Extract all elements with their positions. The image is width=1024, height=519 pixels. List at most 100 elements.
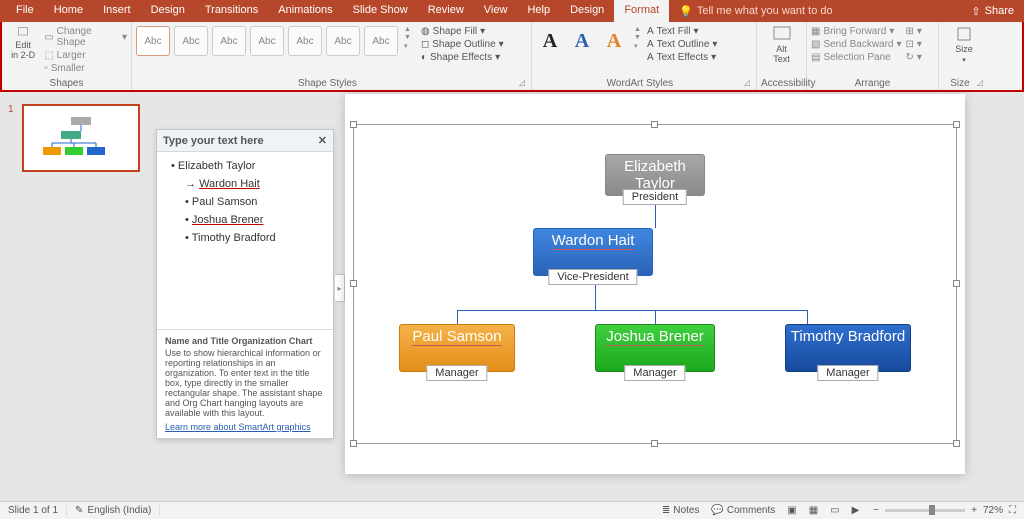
gallery-up-icon[interactable]: ▲ (634, 26, 641, 33)
shape-style-7[interactable]: Abc (364, 26, 398, 56)
send-backward-icon: ▧ (811, 39, 820, 50)
selection-pane-icon: ▤ (811, 52, 820, 63)
notes-button[interactable]: ≣Notes (656, 505, 706, 516)
shape-effects-button[interactable]: ◐Shape Effects ▾ (421, 52, 504, 63)
org-node-m1[interactable]: Paul Samson Manager (399, 324, 515, 372)
alt-text-button[interactable]: Alt Text (764, 26, 800, 64)
send-backward-button[interactable]: ▧Send Backward ▾ (811, 39, 902, 50)
gallery-more-icon[interactable]: ▾ (634, 42, 641, 50)
zoom-level[interactable]: 72% (983, 505, 1003, 516)
chevron-down-icon: ▾ (499, 39, 504, 50)
share-button[interactable]: ⇧ Share (961, 0, 1024, 22)
tab-insert[interactable]: Insert (93, 0, 141, 22)
zoom-slider[interactable] (885, 509, 965, 512)
tab-home[interactable]: Home (44, 0, 93, 22)
gallery-up-icon[interactable]: ▲ (404, 26, 411, 33)
text-pane-title: Type your text here (163, 135, 264, 147)
tab-animations[interactable]: Animations (268, 0, 342, 22)
zoom-out-button[interactable]: − (873, 505, 879, 516)
org-node-president[interactable]: Elizabeth Taylor President (605, 154, 705, 196)
group-button[interactable]: ⊡▾ (906, 39, 922, 50)
main-area: 1 Type your text here ✕ (0, 94, 1024, 501)
size-launcher[interactable]: ◿ (977, 78, 985, 90)
fit-to-window-button[interactable]: ⛶ (1009, 505, 1016, 516)
text-pane-item[interactable]: Joshua Brener (185, 214, 325, 226)
org-node-m2[interactable]: Joshua Brener Manager (595, 324, 715, 372)
shape-style-4[interactable]: Abc (250, 26, 284, 56)
text-pane-toggle[interactable]: ▸ (335, 274, 345, 302)
smaller-button[interactable]: ▫Smaller (44, 63, 127, 74)
learn-more-link[interactable]: Learn more about SmartArt graphics (165, 422, 325, 432)
gallery-more-icon[interactable]: ▾ (404, 42, 411, 50)
chevron-down-icon: ▾ (962, 56, 966, 64)
size-button[interactable]: Size ▾ (946, 26, 982, 64)
shape-style-3[interactable]: Abc (212, 26, 246, 56)
zoom-in-button[interactable]: + (971, 505, 977, 516)
status-slide-count[interactable]: Slide 1 of 1 (0, 505, 67, 516)
shape-fill-button[interactable]: ◍Shape Fill ▾ (421, 26, 504, 37)
text-outline-button[interactable]: AText Outline ▾ (647, 39, 718, 50)
larger-icon: ⬚ (44, 50, 53, 61)
tab-file[interactable]: File (6, 0, 44, 22)
view-slideshow-icon: ▶ (852, 505, 860, 516)
align-button[interactable]: ⊞▾ (906, 26, 922, 37)
larger-button[interactable]: ⬚Larger (44, 50, 127, 61)
group-icon: ⊡ (906, 39, 914, 50)
rotate-button[interactable]: ↻▾ (906, 52, 922, 63)
wordart-style-3[interactable]: A (600, 26, 628, 56)
shape-outline-button[interactable]: ◻Shape Outline ▾ (421, 39, 504, 50)
bring-forward-button[interactable]: ▦Bring Forward ▾ (811, 26, 902, 37)
wordart-style-1[interactable]: A (536, 26, 564, 56)
edit-2d-button[interactable]: Edit in 2-D (6, 26, 40, 60)
comments-button[interactable]: 💬Comments (705, 505, 781, 516)
org-node-m3[interactable]: Timothy Bradford Manager (785, 324, 911, 372)
selection-pane-button[interactable]: ▤Selection Pane (811, 52, 902, 63)
close-icon[interactable]: ✕ (318, 134, 327, 147)
status-language[interactable]: ✎ English (India) (67, 505, 160, 516)
shape-style-6[interactable]: Abc (326, 26, 360, 56)
tab-transitions[interactable]: Transitions (195, 0, 268, 22)
text-pane-item[interactable]: Wardon Hait (185, 178, 325, 190)
group-label-shapes: Shapes (6, 78, 127, 90)
shape-style-2[interactable]: Abc (174, 26, 208, 56)
wordart-launcher[interactable]: ◿ (744, 78, 752, 90)
gallery-down-icon[interactable]: ▼ (404, 34, 411, 41)
text-pane-item[interactable]: Paul Samson (185, 196, 325, 208)
change-shape-button[interactable]: ▭Change Shape ▾ (44, 26, 127, 48)
view-reading-button[interactable]: ▭ (824, 505, 845, 516)
shape-style-5[interactable]: Abc (288, 26, 322, 56)
slide-canvas[interactable]: Type your text here ✕ Elizabeth Taylor Wa… (150, 94, 1024, 501)
tab-format[interactable]: Format (614, 0, 669, 22)
chevron-down-icon: ▾ (711, 52, 716, 63)
gallery-down-icon[interactable]: ▼ (634, 34, 641, 41)
tab-design[interactable]: Design (141, 0, 195, 22)
view-slideshow-button[interactable]: ▶ (846, 505, 866, 516)
tell-me-search[interactable]: 💡 Tell me what you want to do (669, 0, 842, 22)
slide-1[interactable]: Elizabeth Taylor President Wardon Hait V… (345, 94, 965, 474)
shape-styles-launcher[interactable]: ◿ (519, 78, 527, 90)
tab-view[interactable]: View (474, 0, 518, 22)
text-fill-button[interactable]: AText Fill ▾ (647, 26, 718, 37)
org-node-vp[interactable]: Wardon Hait Vice-President (533, 228, 653, 276)
text-pane-list[interactable]: Elizabeth Taylor Wardon Hait Paul Samson Jo… (157, 152, 333, 329)
view-reading-icon: ▭ (830, 505, 839, 516)
group-label-arrange: Arrange (811, 78, 934, 90)
org-title-president: President (623, 189, 687, 205)
text-effects-button[interactable]: AText Effects ▾ (647, 52, 718, 63)
text-effects-icon: A (647, 52, 654, 63)
lightbulb-icon: 💡 (679, 5, 693, 18)
text-pane-item[interactable]: Timothy Bradford (185, 232, 325, 244)
view-sorter-button[interactable]: ▦ (803, 505, 824, 516)
chevron-down-icon: ▾ (712, 39, 717, 50)
slide-thumbnail-1[interactable] (22, 104, 140, 172)
text-pane-item[interactable]: Elizabeth Taylor (171, 160, 325, 172)
shape-style-1[interactable]: Abc (136, 26, 170, 56)
wordart-style-2[interactable]: A (568, 26, 596, 56)
view-normal-button[interactable]: ▣ (781, 505, 802, 516)
tab-review[interactable]: Review (418, 0, 474, 22)
tell-me-label: Tell me what you want to do (697, 5, 833, 17)
tab-help[interactable]: Help (517, 0, 560, 22)
tab-slideshow[interactable]: Slide Show (343, 0, 418, 22)
rotate-icon: ↻ (906, 52, 914, 63)
tab-smartart-design[interactable]: Design (560, 0, 614, 22)
